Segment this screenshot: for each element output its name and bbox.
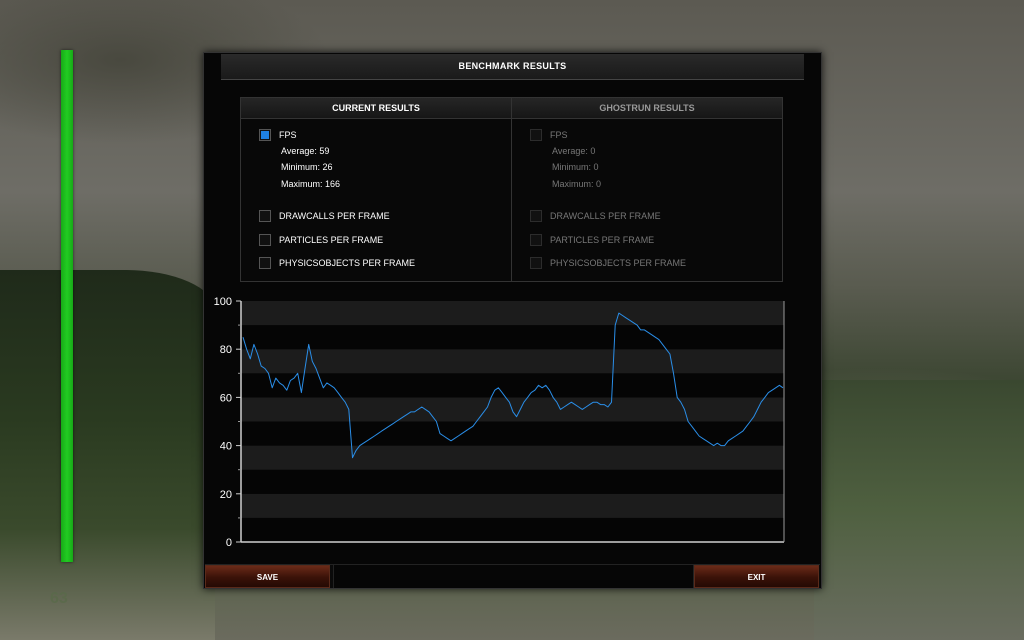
chart-band bbox=[241, 517, 784, 542]
ghost-physics-label: PHYSICSOBJECTS PER FRAME bbox=[550, 258, 687, 268]
benchmark-panel: BENCHMARK RESULTS CURRENT RESULTS FPS Av… bbox=[203, 52, 822, 589]
current-average: Average: 59 bbox=[281, 146, 330, 156]
ghost-drawcalls-checkbox bbox=[530, 210, 542, 222]
ghost-fps-row: FPS bbox=[530, 128, 568, 142]
current-drawcalls-row[interactable]: DRAWCALLS PER FRAME bbox=[259, 209, 390, 223]
current-results-column: CURRENT RESULTS FPS Average: 59 Minimum:… bbox=[241, 98, 512, 281]
chart-band bbox=[241, 445, 784, 470]
current-drawcalls-label: DRAWCALLS PER FRAME bbox=[279, 211, 390, 221]
ghost-drawcalls-row: DRAWCALLS PER FRAME bbox=[530, 209, 661, 223]
chart-y-tick-label: 0 bbox=[226, 537, 232, 548]
current-drawcalls-checkbox[interactable] bbox=[259, 210, 271, 222]
checkbox-check-icon bbox=[261, 131, 269, 139]
ghost-particles-label: PARTICLES PER FRAME bbox=[550, 235, 655, 245]
current-physics-label: PHYSICSOBJECTS PER FRAME bbox=[279, 258, 416, 268]
chart-y-tick-label: 80 bbox=[220, 344, 232, 356]
fps-chart: 0 20 40 60 80 100 bbox=[214, 296, 785, 548]
footer-status-area bbox=[333, 565, 694, 588]
ghost-average: Average: 0 bbox=[552, 146, 596, 156]
current-minimum: Minimum: 26 bbox=[281, 162, 333, 172]
fps-meter-bar bbox=[61, 50, 73, 562]
chart-y-tick-label: 100 bbox=[214, 296, 232, 308]
chart-band bbox=[241, 469, 784, 494]
chart-band bbox=[241, 349, 784, 374]
ghost-particles-checkbox bbox=[530, 234, 542, 246]
chart-band bbox=[241, 301, 784, 326]
chart-y-tick-label: 60 bbox=[220, 392, 232, 404]
chart-y-tick-label: 40 bbox=[220, 441, 232, 453]
chart-band bbox=[241, 493, 784, 518]
ghost-particles-row: PARTICLES PER FRAME bbox=[530, 233, 654, 247]
background-hill-left bbox=[0, 270, 215, 640]
ghost-fps-checkbox bbox=[530, 129, 542, 141]
current-fps-row[interactable]: FPS bbox=[259, 128, 297, 142]
ghostrun-results-column: GHOSTRUN RESULTS FPS Average: 0 Minimum:… bbox=[512, 98, 782, 281]
ghost-fps-label: FPS bbox=[550, 130, 568, 140]
ghost-maximum: Maximum: 0 bbox=[552, 179, 602, 189]
current-maximum: Maximum: 166 bbox=[281, 179, 341, 189]
current-fps-label: FPS bbox=[279, 130, 297, 140]
ghost-drawcalls-label: DRAWCALLS PER FRAME bbox=[550, 211, 661, 221]
current-physics-checkbox[interactable] bbox=[259, 257, 271, 269]
panel-footer: SAVE EXIT bbox=[205, 564, 820, 588]
current-particles-checkbox[interactable] bbox=[259, 234, 271, 246]
ghost-minimum: Minimum: 0 bbox=[552, 162, 599, 172]
ghostrun-results-header: GHOSTRUN RESULTS bbox=[512, 98, 782, 119]
chart-y-tick-label: 20 bbox=[220, 489, 232, 501]
panel-title: BENCHMARK RESULTS bbox=[221, 54, 804, 80]
exit-button[interactable]: EXIT bbox=[694, 565, 819, 588]
background-hill-right bbox=[814, 380, 1024, 640]
results-box: CURRENT RESULTS FPS Average: 59 Minimum:… bbox=[240, 97, 783, 282]
ghost-physics-row: PHYSICSOBJECTS PER FRAME bbox=[530, 256, 686, 270]
fps-readout: 63 bbox=[50, 590, 68, 607]
current-fps-checkbox[interactable] bbox=[259, 129, 271, 141]
chart-band bbox=[241, 421, 784, 446]
fps-meter-fill bbox=[61, 50, 73, 562]
current-physics-row[interactable]: PHYSICSOBJECTS PER FRAME bbox=[259, 256, 415, 270]
save-button[interactable]: SAVE bbox=[205, 565, 330, 588]
current-particles-row[interactable]: PARTICLES PER FRAME bbox=[259, 233, 383, 247]
chart-band bbox=[241, 325, 784, 350]
ghost-physics-checkbox bbox=[530, 257, 542, 269]
current-results-header: CURRENT RESULTS bbox=[241, 98, 511, 119]
current-particles-label: PARTICLES PER FRAME bbox=[279, 235, 384, 245]
